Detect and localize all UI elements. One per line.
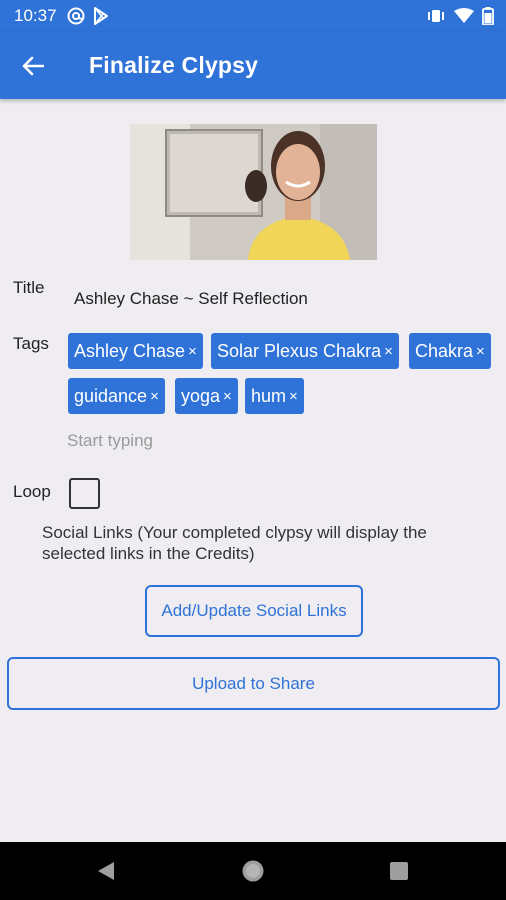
video-thumbnail-image [130,124,377,260]
arrow-left-icon [22,56,44,75]
tag-search-input[interactable] [67,429,447,453]
tag-chip[interactable]: yoga × [175,378,238,414]
back-button[interactable] [0,32,66,99]
social-links-description: Social Links (Your completed clypsy will… [42,523,427,563]
tag-label: yoga [181,385,221,406]
wifi-icon [454,8,474,23]
page-title: Finalize Clypsy [89,52,259,78]
status-time: 10:37 [14,6,57,25]
tag-chip[interactable]: guidance × [68,378,165,414]
nav-home-icon [242,860,264,882]
tags-label: Tags [13,334,49,353]
play-store-icon [93,7,108,25]
title-field[interactable]: Ashley Chase ~ Self Reflection [74,289,308,309]
battery-icon [482,7,494,25]
tag-label: guidance [74,385,148,406]
remove-tag-icon[interactable]: × [384,343,393,360]
loop-checkbox[interactable] [69,478,100,509]
nav-back-icon [98,862,114,880]
remove-tag-icon[interactable]: × [476,343,485,360]
tag-label: hum [251,385,287,406]
upload-button[interactable]: Upload to Share [7,657,500,710]
remove-tag-icon[interactable]: × [289,388,298,405]
nav-back-button[interactable] [76,842,136,900]
remove-tag-icon[interactable]: × [223,388,232,405]
app-bar: Finalize Clypsy [0,32,506,99]
nav-recents-icon [390,862,408,880]
at-sign-icon [67,7,85,25]
tag-chip[interactable]: Ashley Chase × [68,333,203,369]
tag-label: Ashley Chase [74,340,186,361]
tag-chip[interactable]: Chakra × [409,333,491,369]
tag-chip[interactable]: Solar Plexus Chakra × [211,333,399,369]
remove-tag-icon[interactable]: × [188,343,197,360]
remove-tag-icon[interactable]: × [150,388,159,405]
social-links-button[interactable]: Add/Update Social Links [145,585,363,637]
title-label: Title [13,278,45,297]
vibrate-icon [428,10,444,22]
nav-home-button[interactable] [223,842,283,900]
nav-recents-button[interactable] [369,842,429,900]
tag-chip[interactable]: hum × [245,378,304,414]
tag-label: Solar Plexus Chakra [217,340,382,361]
loop-label: Loop [13,482,51,501]
video-thumbnail[interactable] [130,124,377,260]
status-bar: 10:37 [0,0,506,32]
system-nav-bar [0,842,506,900]
tag-label: Chakra [415,340,474,361]
